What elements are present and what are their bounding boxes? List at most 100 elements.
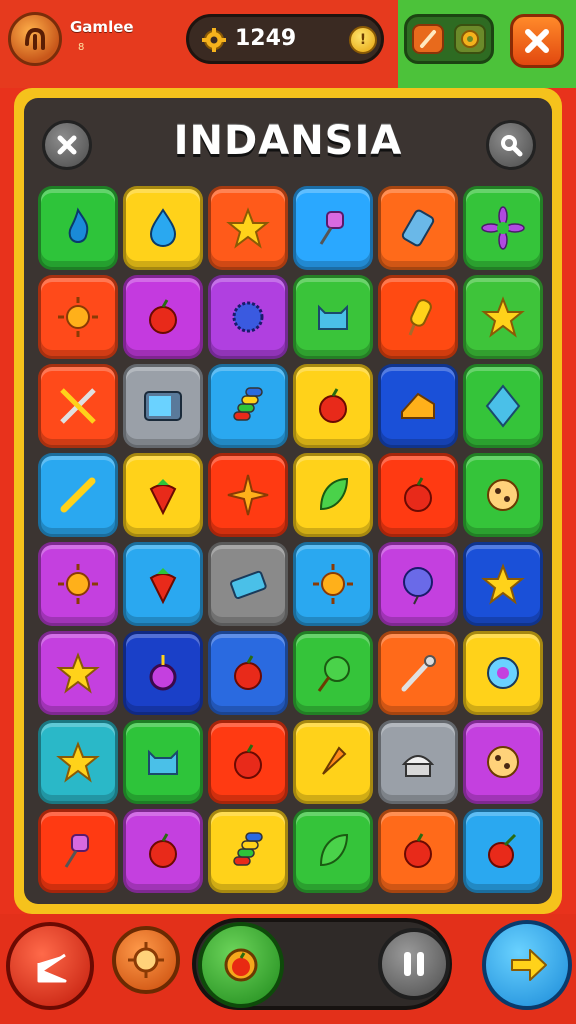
tile-1-3[interactable] — [293, 275, 373, 359]
tile-1-2[interactable] — [208, 275, 288, 359]
tile-4-0[interactable] — [38, 542, 118, 626]
phone-icon — [401, 209, 435, 247]
cupcake-icon — [401, 755, 435, 777]
pencil-button[interactable] — [412, 24, 444, 54]
tile-0-2[interactable] — [208, 186, 288, 270]
back-button[interactable] — [42, 120, 92, 170]
undo-button[interactable] — [6, 922, 94, 1010]
tile-2-1[interactable] — [123, 364, 203, 448]
tile-0-0[interactable] — [38, 186, 118, 270]
tile-2-2[interactable] — [208, 364, 288, 448]
star-icon — [56, 652, 100, 694]
next-button[interactable] — [482, 920, 572, 1010]
tile-grid — [34, 182, 546, 904]
tile-3-2[interactable] — [208, 453, 288, 537]
star-icon — [226, 207, 270, 249]
gear-logo-icon[interactable] — [8, 12, 62, 66]
tile-0-1[interactable] — [123, 186, 203, 270]
apple-icon — [149, 299, 177, 334]
search-icon — [501, 135, 523, 157]
cherry-icon — [488, 833, 517, 868]
tile-1-0[interactable] — [38, 275, 118, 359]
tile-1-4[interactable] — [378, 275, 458, 359]
star-icon — [481, 563, 525, 605]
tile-2-0[interactable] — [38, 364, 118, 448]
tile-0-5[interactable] — [463, 186, 543, 270]
tile-6-4[interactable] — [378, 720, 458, 804]
tile-5-5[interactable] — [463, 631, 543, 715]
sun-icon — [58, 564, 98, 604]
settings-button[interactable] — [112, 926, 180, 994]
tile-6-2[interactable] — [208, 720, 288, 804]
tile-5-2[interactable] — [208, 631, 288, 715]
tile-0-4[interactable] — [378, 186, 458, 270]
tile-6-5[interactable] — [463, 720, 543, 804]
tile-3-3[interactable] — [293, 453, 373, 537]
close-icon — [57, 135, 77, 155]
tile-5-3[interactable] — [293, 631, 373, 715]
block-icon — [230, 570, 267, 600]
pause-icon — [404, 952, 424, 976]
tile-1-1[interactable] — [123, 275, 203, 359]
gear-icon — [202, 28, 226, 52]
boost-button[interactable] — [198, 922, 284, 1008]
tile-3-4[interactable] — [378, 453, 458, 537]
pause-button[interactable] — [378, 928, 450, 1000]
tile-3-1[interactable] — [123, 453, 203, 537]
tile-2-3[interactable] — [293, 364, 373, 448]
tile-4-2[interactable] — [208, 542, 288, 626]
tile-5-1[interactable] — [123, 631, 203, 715]
tile-7-1[interactable] — [123, 809, 203, 893]
tile-3-0[interactable] — [38, 453, 118, 537]
tile-7-5[interactable] — [463, 809, 543, 893]
tile-0-3[interactable] — [293, 186, 373, 270]
cat-icon — [318, 304, 348, 330]
lollipop-icon — [317, 656, 350, 692]
tile-1-5[interactable] — [463, 275, 543, 359]
tile-7-4[interactable] — [378, 809, 458, 893]
apple-icon — [404, 477, 432, 512]
leaf-icon — [319, 477, 349, 511]
tile-7-0[interactable] — [38, 809, 118, 893]
kite-icon — [485, 384, 521, 428]
tile-7-3[interactable] — [293, 809, 373, 893]
tile-4-1[interactable] — [123, 542, 203, 626]
cat-icon — [148, 749, 178, 775]
flower-icon — [481, 206, 525, 250]
tile-6-1[interactable] — [123, 720, 203, 804]
tile-3-5[interactable] — [463, 453, 543, 537]
apple-icon — [234, 655, 262, 690]
level-title: INDANSIA — [173, 118, 403, 164]
leaf-star-icon — [227, 474, 269, 516]
arrow-right-icon — [511, 949, 547, 981]
wand-icon — [401, 655, 436, 692]
balloon-icon — [403, 567, 433, 605]
cheese-icon — [401, 392, 435, 419]
tile-5-4[interactable] — [378, 631, 458, 715]
gear-icon — [461, 30, 479, 48]
tile-6-3[interactable] — [293, 720, 373, 804]
tile-4-3[interactable] — [293, 542, 373, 626]
coin-icon: ! — [349, 26, 377, 54]
candy-stack-icon — [233, 832, 263, 866]
tile-4-5[interactable] — [463, 542, 543, 626]
pencil-icon — [420, 30, 436, 48]
close-button[interactable] — [510, 14, 564, 68]
cookie-icon — [487, 746, 519, 778]
close-icon — [525, 29, 549, 53]
sun-icon — [58, 297, 98, 337]
tv-icon — [144, 391, 182, 421]
star-icon — [481, 296, 525, 338]
crossed-swords-icon — [60, 388, 96, 424]
settings-gear-button[interactable] — [454, 24, 486, 54]
tile-2-4[interactable] — [378, 364, 458, 448]
tile-2-5[interactable] — [463, 364, 543, 448]
apple-icon — [234, 744, 262, 779]
donut-icon — [487, 657, 519, 689]
tile-4-4[interactable] — [378, 542, 458, 626]
tile-5-0[interactable] — [38, 631, 118, 715]
strawberry-icon — [149, 479, 177, 516]
search-button[interactable] — [486, 120, 536, 170]
tile-6-0[interactable] — [38, 720, 118, 804]
tile-7-2[interactable] — [208, 809, 288, 893]
